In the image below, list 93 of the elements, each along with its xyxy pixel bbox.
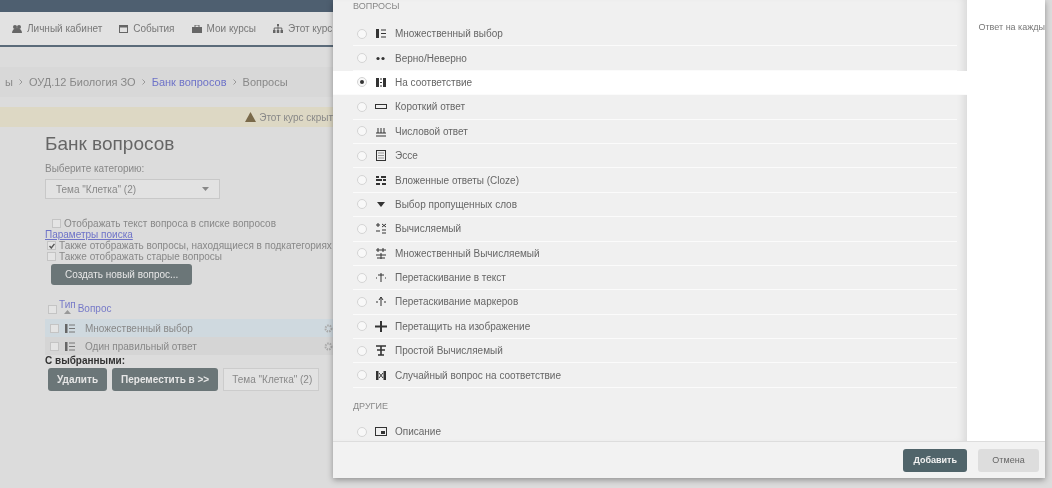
question-type-option[interactable]: На соответствие [333,70,967,96]
radio-button[interactable] [357,77,367,88]
drag-text-icon [375,272,387,284]
radio-button[interactable] [357,345,367,356]
warning-icon [245,112,257,122]
target-category-select[interactable]: Тема "Клетка" (2) [223,368,320,391]
question-type-option[interactable]: Простой Вычисляемый [353,339,957,364]
cancel-button[interactable]: Отмена [978,448,1039,472]
checkbox[interactable] [50,341,59,351]
list-icon [375,28,387,40]
breadcrumb-link[interactable]: Банк вопросов [151,76,227,88]
calendar-icon [119,24,129,33]
radio-button[interactable] [357,248,367,259]
category-label: Выберите категорию: [45,163,145,174]
page-heading: Банк вопросов [45,133,175,155]
breadcrumb-item: Вопросы [242,76,288,88]
option-label: Также отображать старые вопросы [59,251,223,262]
bulk-action-button[interactable]: Переместить в >> [112,368,219,391]
nav-link[interactable]: Личный кабинет [12,23,103,34]
question-type-option[interactable]: Перетащить на изображение [353,314,957,340]
document-icon [375,150,387,162]
formula-icon [375,223,387,235]
category-select[interactable]: Тема "Клетка" (2) [45,179,220,199]
section-title: ВОПРОСЫ [352,0,401,13]
breadcrumb-item: ОУД.12 Биология ЗО [28,76,136,88]
question-type-option[interactable]: Вложенные ответы (Cloze) [353,168,957,193]
formula-list-icon [375,247,387,259]
chevron-icon [232,79,237,85]
radio-button[interactable] [357,223,367,234]
breadcrumb-item: ы [5,76,13,88]
radio-button[interactable] [357,199,367,210]
radio-button[interactable] [357,150,367,161]
sort-icon [63,310,71,314]
radio-button[interactable] [357,297,367,307]
question-type-option[interactable]: Короткий ответ [353,95,957,120]
nav-link[interactable]: Этот курс [273,23,333,34]
ruler-icon [375,125,387,137]
select-all-checkbox[interactable] [48,305,57,314]
checkbox[interactable] [52,219,61,228]
create-question-button[interactable]: Создать новый вопрос... [51,264,193,285]
question-type-option[interactable]: Верно/Неверно [353,46,957,71]
list-icon [65,341,75,351]
column-header[interactable]: Тип [59,299,76,310]
plus-icon [375,320,387,332]
radio-button[interactable] [357,370,367,381]
radio-button[interactable] [357,53,367,64]
chevron-icon [141,79,146,85]
question-name: Один правильный ответ [85,340,197,352]
search-params-link[interactable]: Параметры поиска [45,229,133,240]
briefcase-icon [191,24,202,33]
bulk-label: С выбранными: [45,355,126,366]
radio-button[interactable] [357,321,367,332]
chevron-icon [18,79,23,85]
shuffle-list-icon [375,369,387,381]
question-name: Множественный выбор [85,322,193,334]
formula-icon [375,345,387,357]
column-header[interactable]: Вопрос [77,303,112,314]
radio-button[interactable] [357,175,367,186]
checkbox[interactable] [47,241,56,250]
grid-dots-icon [375,76,387,88]
summary-text: Ответ на кажды [966,0,1045,441]
card-icon [375,426,387,438]
nav-link[interactable]: События [119,23,175,34]
question-type-option[interactable]: Выбор пропущенных слов [353,192,957,218]
question-type-option[interactable]: Множественный выбор [353,22,957,47]
users-icon [12,24,22,33]
drag-marker-icon [375,296,387,308]
question-type-option[interactable]: Множественный Вычисляемый [353,241,957,266]
checkbox[interactable] [47,252,56,261]
check-icon [48,242,55,249]
checkbox[interactable] [50,323,59,333]
section-title: ДРУГИЕ [352,399,389,413]
list-icon [65,323,75,333]
caret-icon [202,187,209,191]
question-type-option[interactable]: Вычисляемый [353,217,957,242]
radio-button[interactable] [357,272,367,283]
sitemap-icon [273,24,283,33]
question-type-option[interactable]: Перетаскивание в текст [353,265,957,291]
radio-button[interactable] [357,126,367,137]
question-type-option[interactable]: Случайный вопрос на соответствие [353,363,957,388]
option-label: Также отображать вопросы, находящиеся в подкатегориях [59,240,332,251]
option-label: Отображать текст вопроса в списке вопросов [64,218,276,229]
blocks-icon [375,174,387,186]
question-type-option[interactable]: Перетаскивание маркеров [353,290,957,315]
radio-button[interactable] [357,426,367,437]
nav-link[interactable]: Мои курсы [191,23,256,34]
question-type-option[interactable]: Эссе [353,143,957,169]
notice-text: Этот курс скрыт [259,111,333,123]
question-type-option[interactable]: Числовой ответ [353,119,957,144]
radio-button[interactable] [357,28,367,39]
bulk-action-button[interactable]: Удалить [48,368,108,391]
add-button[interactable]: Добавить [903,448,967,472]
radio-button[interactable] [357,101,367,112]
